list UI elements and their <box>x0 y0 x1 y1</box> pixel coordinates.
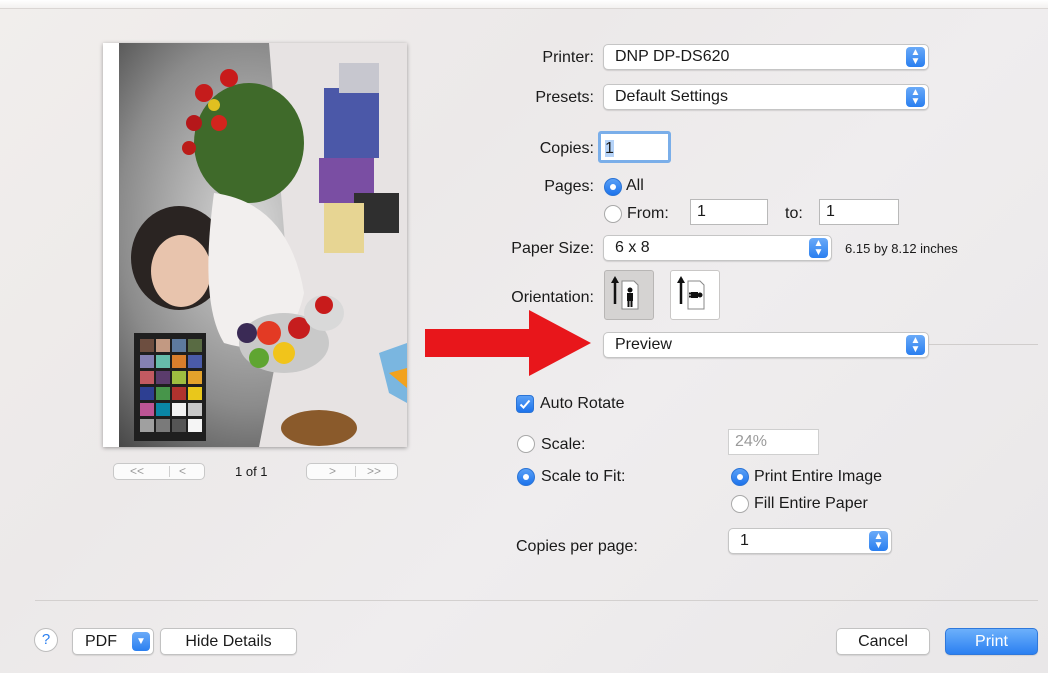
section-menu-popup[interactable]: Preview ▲ ▼ <box>603 332 929 358</box>
presets-popup[interactable]: Default Settings ▲ ▼ <box>603 84 929 110</box>
updown-chevron-icon: ▲ ▼ <box>809 238 828 258</box>
scale-to-fit-radio[interactable] <box>517 468 535 486</box>
section-divider-line <box>928 344 1038 345</box>
section-menu-value: Preview <box>615 336 672 353</box>
presets-label: Presets: <box>535 89 594 106</box>
updown-chevron-icon: ▲ ▼ <box>906 87 925 107</box>
printer-label: Printer: <box>542 49 594 66</box>
printer-value: DNP DP-DS620 <box>615 48 730 65</box>
last-page-button[interactable]: >> <box>367 464 381 478</box>
fill-entire-paper-label: Fill Entire Paper <box>754 495 868 512</box>
printer-popup[interactable]: DNP DP-DS620 ▲ ▼ <box>603 44 929 70</box>
updown-chevron-icon: ▲ ▼ <box>906 47 925 67</box>
pages-from-field[interactable]: 1 <box>690 199 768 225</box>
print-button[interactable]: Print <box>945 628 1038 655</box>
auto-rotate-label: Auto Rotate <box>540 395 625 412</box>
paper-size-value: 6 x 8 <box>615 239 650 256</box>
cancel-button[interactable]: Cancel <box>836 628 930 655</box>
preview-nav-forward-group: > >> <box>306 463 398 480</box>
updown-chevron-icon: ▲ ▼ <box>869 531 888 551</box>
window-top-edge <box>0 0 1048 9</box>
orientation-landscape-button[interactable] <box>670 270 720 320</box>
pages-to-field[interactable]: 1 <box>819 199 899 225</box>
copies-per-page-value: 1 <box>740 532 749 549</box>
scale-label: Scale: <box>541 436 586 453</box>
copies-per-page-popup[interactable]: 1 ▲ ▼ <box>728 528 892 554</box>
presets-value: Default Settings <box>615 88 728 105</box>
page-indicator: 1 of 1 <box>235 464 268 479</box>
copies-per-page-label: Copies per page: <box>516 538 638 555</box>
portrait-orientation-icon <box>611 276 639 310</box>
footer-divider <box>35 600 1038 601</box>
checkmark-icon <box>519 399 531 409</box>
pages-from-radio[interactable] <box>604 205 622 223</box>
orientation-portrait-button[interactable] <box>604 270 654 320</box>
pdf-label: PDF <box>85 633 117 650</box>
pages-to-value: 1 <box>826 203 835 220</box>
landscape-orientation-icon <box>677 276 705 310</box>
updown-chevron-icon: ▲ ▼ <box>906 335 925 355</box>
pages-to-label: to: <box>785 205 803 222</box>
copies-value: 1 <box>605 140 614 157</box>
scale-to-fit-label: Scale to Fit: <box>541 468 626 485</box>
help-button[interactable]: ? <box>34 628 58 652</box>
print-entire-image-label: Print Entire Image <box>754 468 883 485</box>
paper-size-popup[interactable]: 6 x 8 ▲ ▼ <box>603 235 832 261</box>
hide-details-button[interactable]: Hide Details <box>160 628 297 655</box>
nav-separator <box>355 466 356 477</box>
orientation-label: Orientation: <box>511 289 594 306</box>
paper-size-label: Paper Size: <box>511 240 594 257</box>
print-preview-page <box>103 43 407 447</box>
pages-from-label: From: <box>627 205 669 222</box>
nav-separator <box>169 466 170 477</box>
pages-label: Pages: <box>544 178 594 195</box>
preview-nav-back-group: << < <box>113 463 205 480</box>
first-page-button[interactable]: << <box>130 464 144 478</box>
previous-page-button[interactable]: < <box>179 464 186 478</box>
scale-value: 24% <box>735 433 768 450</box>
copies-field[interactable]: 1 <box>598 131 671 163</box>
scale-field[interactable]: 24% <box>728 429 819 455</box>
copies-label: Copies: <box>539 140 594 157</box>
scale-radio[interactable] <box>517 435 535 453</box>
auto-rotate-checkbox[interactable] <box>516 395 534 413</box>
pages-all-radio[interactable] <box>604 178 622 196</box>
help-icon: ? <box>41 631 51 648</box>
preview-photo-image <box>119 43 407 447</box>
print-entire-image-radio[interactable] <box>731 468 749 486</box>
red-arrow-icon <box>425 310 591 376</box>
chevron-down-icon: ▼ <box>132 632 150 651</box>
pdf-menu-button[interactable]: PDF ▼ <box>72 628 154 655</box>
paper-size-dimensions: 6.15 by 8.12 inches <box>845 241 958 256</box>
pages-all-label: All <box>626 177 644 194</box>
next-page-button[interactable]: > <box>329 464 336 478</box>
pages-from-value: 1 <box>697 203 706 220</box>
fill-entire-paper-radio[interactable] <box>731 495 749 513</box>
